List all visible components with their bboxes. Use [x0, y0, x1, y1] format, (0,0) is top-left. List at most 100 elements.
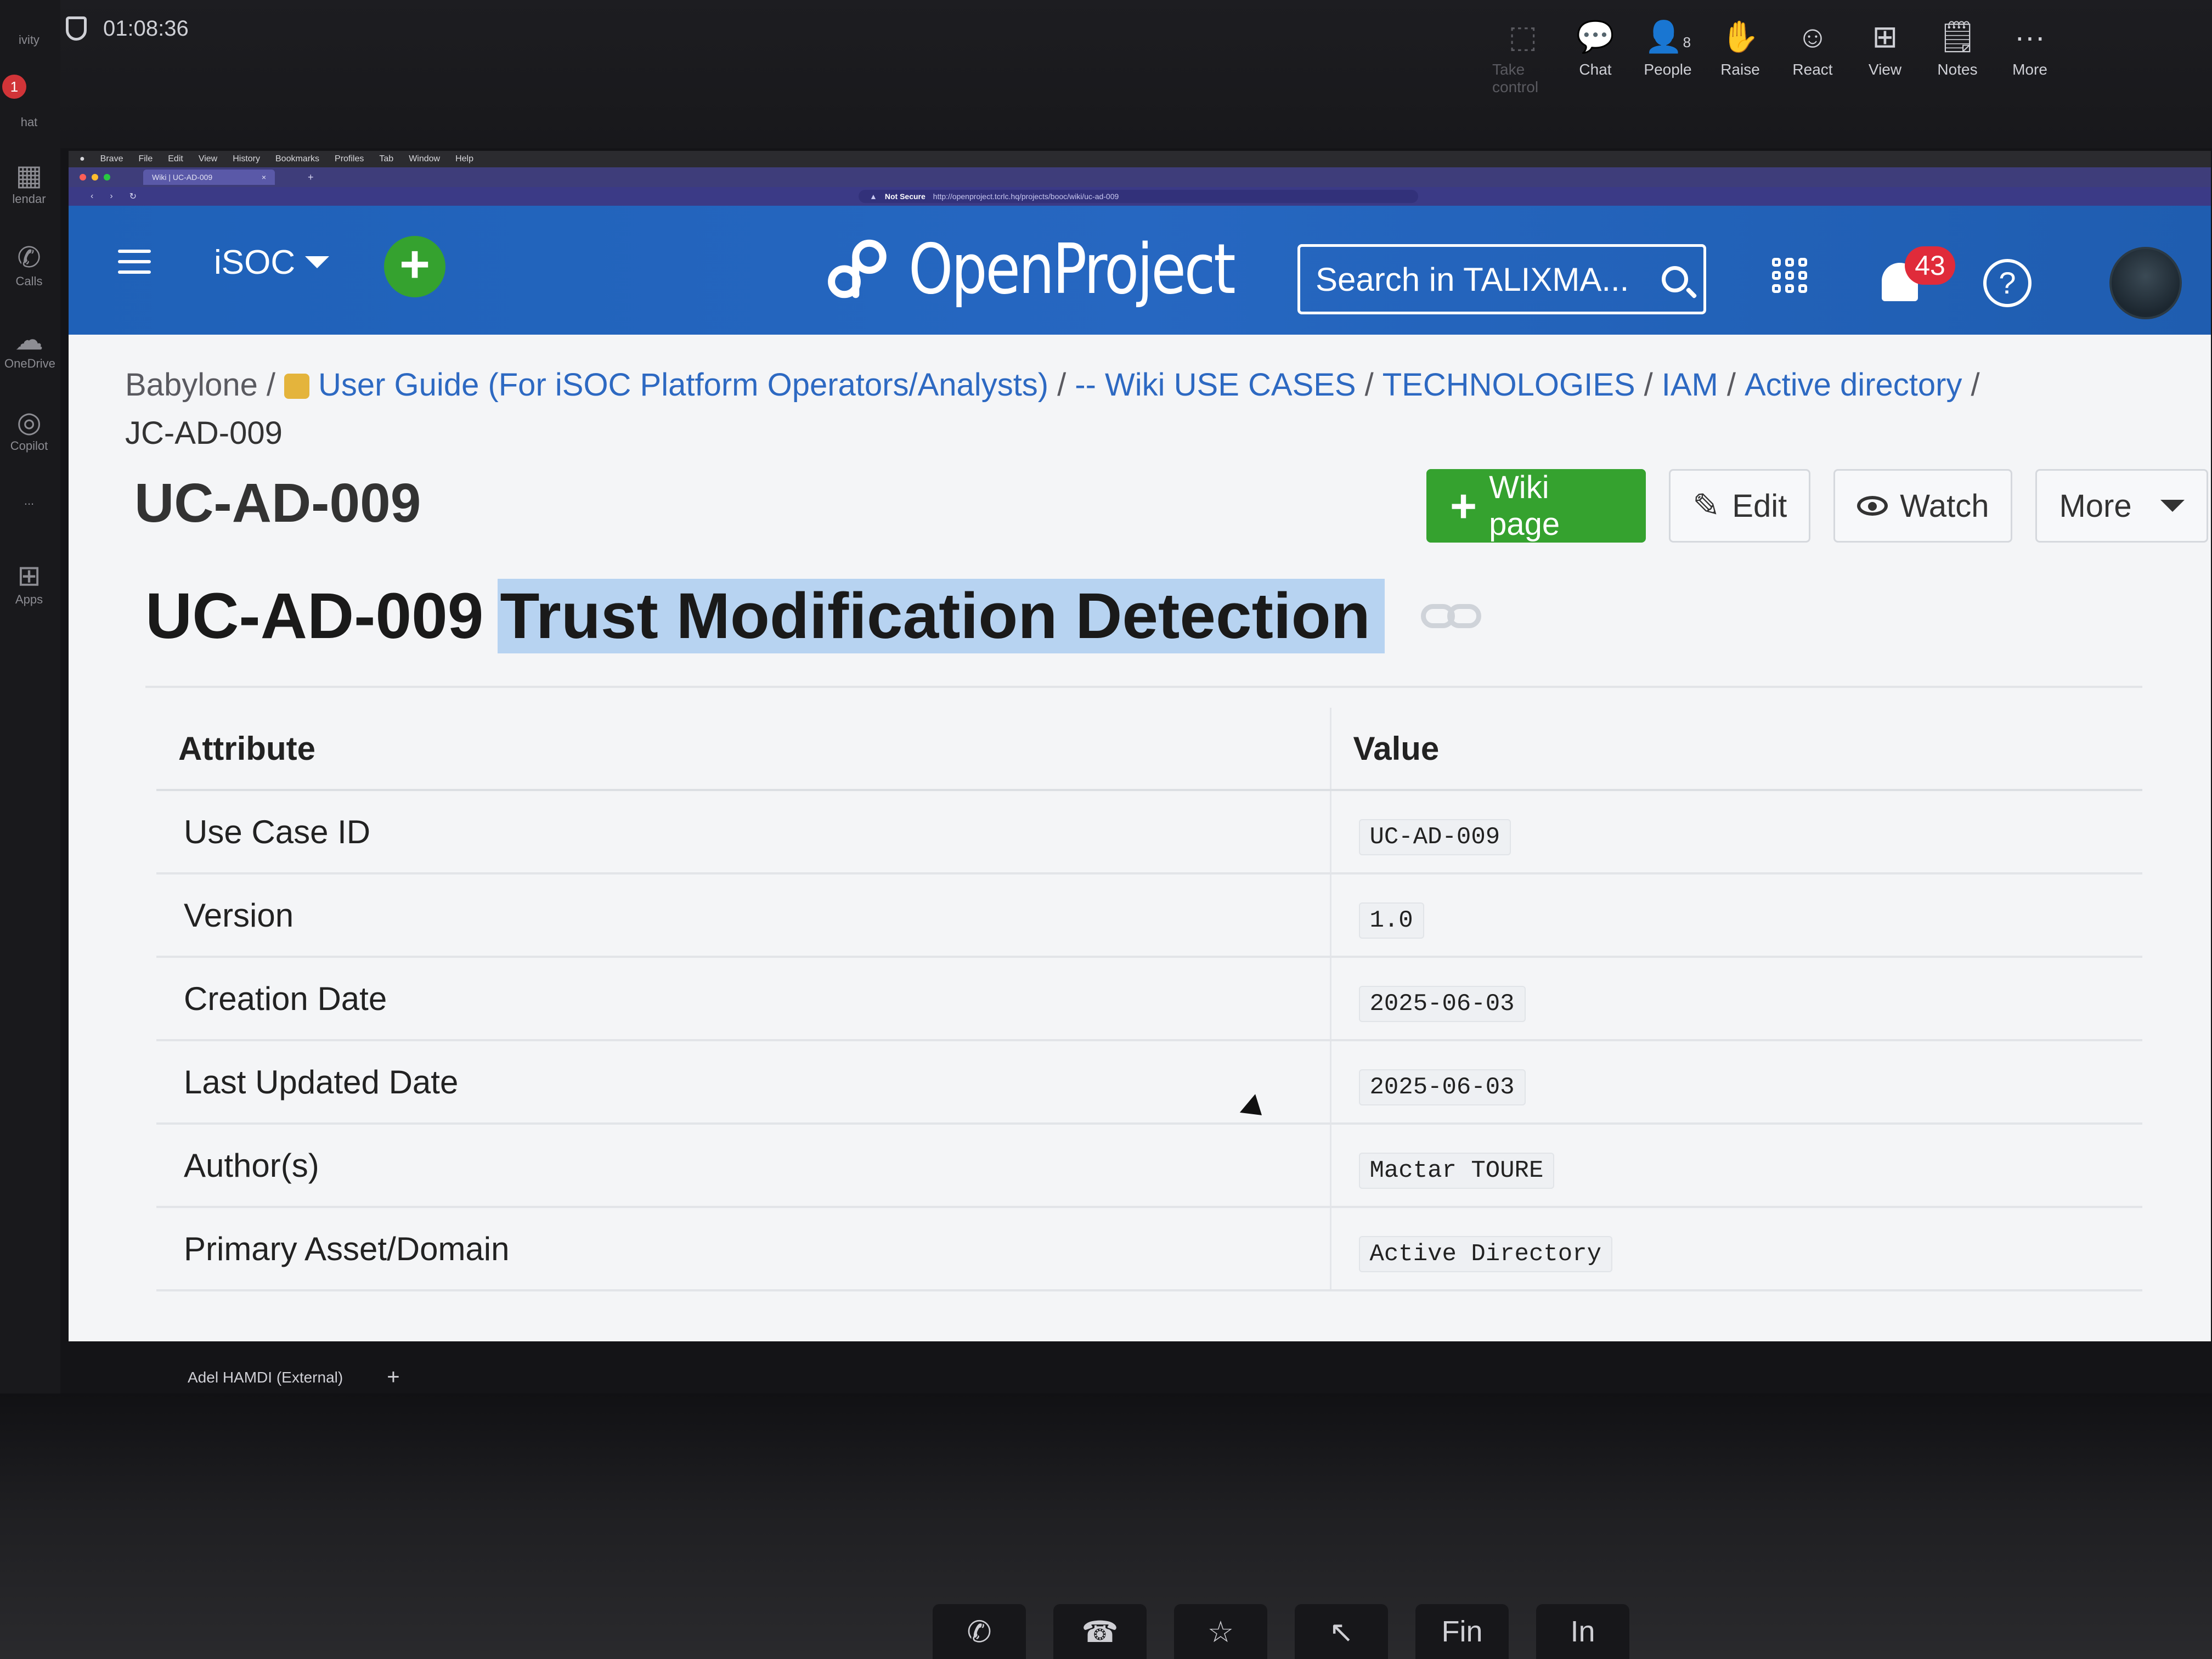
help-icon[interactable]: ? [1983, 259, 2032, 307]
menu-history[interactable]: History [233, 154, 260, 164]
menu-profiles[interactable]: Profiles [335, 154, 364, 164]
value-cell: 2025-06-03 [1330, 957, 2142, 1041]
search-icon[interactable] [1662, 266, 1688, 292]
openproject-header: iSOC + OpenProject Search in TALIXMA... … [69, 206, 2211, 335]
react-icon: ☺ [1797, 19, 1829, 54]
notes-button[interactable]: 🗒 Notes [1927, 19, 1988, 96]
add-icon[interactable]: + [387, 1365, 399, 1390]
take-control-button[interactable]: ⬚ Take control [1492, 19, 1554, 96]
more-dropdown-button[interactable]: More [2035, 469, 2208, 543]
breadcrumb-item-user-guide[interactable]: User Guide (For iSOC Platform Operators/… [318, 367, 1048, 403]
menu-window[interactable]: Window [409, 154, 440, 164]
more-button[interactable]: ··· More [1999, 19, 2061, 96]
address-bar[interactable]: ▲ Not Secure http://openproject.tcrlc.hq… [859, 190, 1418, 203]
rail-item-apps[interactable]: ⊞ Apps [4, 560, 54, 607]
view-button[interactable]: ⊞ View [1854, 19, 1916, 96]
keyboard-key-fin: Fin [1415, 1604, 1509, 1659]
shared-screen: ● Brave File Edit View History Bookmarks… [69, 151, 2211, 1341]
people-count: 8 [1683, 34, 1691, 50]
react-button[interactable]: ☺ React [1782, 19, 1843, 96]
people-icon: 👤8 [1645, 19, 1691, 54]
edit-button[interactable]: ✎ Edit [1669, 469, 1811, 543]
browser-tab-title: Wiki | UC-AD-009 [152, 173, 213, 182]
avatar[interactable] [2109, 247, 2182, 319]
people-glyph: 👤 [1644, 19, 1683, 54]
openproject-logo[interactable]: OpenProject [823, 228, 1306, 310]
unread-badge: 1 [2, 75, 26, 99]
table-row: Use Case ID UC-AD-009 [156, 790, 2142, 874]
menu-brave[interactable]: Brave [100, 154, 123, 164]
breadcrumb-item-wiki-use-cases[interactable]: -- Wiki USE CASES [1075, 367, 1356, 403]
wiki-content: Babylone / User Guide (For iSOC Platform O… [69, 335, 2211, 1341]
apple-icon[interactable]: ● [80, 154, 85, 164]
notification-badge: 43 [1905, 246, 1955, 285]
breadcrumb-item-iam[interactable]: IAM [1662, 367, 1718, 403]
caret-down-icon [2160, 500, 2185, 512]
chat-label: Chat [1579, 61, 1612, 78]
rail-item-calendar[interactable]: ▦ lendar [4, 159, 54, 206]
rail-item-calls[interactable]: ✆ Calls [4, 241, 54, 289]
breadcrumb-item-babylone[interactable]: Babylone [125, 367, 258, 403]
value-code: UC-AD-009 [1358, 819, 1511, 855]
view-icon: ⊞ [1872, 19, 1898, 54]
keyboard-key: ↖ [1295, 1604, 1388, 1659]
menu-help[interactable]: Help [455, 154, 473, 164]
people-button[interactable]: 👤8 People [1637, 19, 1699, 96]
maximize-window-icon[interactable] [104, 174, 110, 180]
close-tab-icon[interactable]: × [262, 173, 266, 182]
more-label: More [2012, 61, 2047, 78]
attribute-cell: Version [156, 873, 1331, 958]
new-tab-icon[interactable]: + [308, 172, 314, 183]
forward-icon[interactable]: › [110, 191, 112, 201]
watch-button[interactable]: Watch [1833, 469, 2013, 543]
raise-hand-button[interactable]: ✋ Raise [1709, 19, 1771, 96]
close-window-icon[interactable] [80, 174, 86, 180]
meeting-timer-text: 01:08:36 [103, 16, 189, 41]
attribute-cell: Use Case ID [156, 790, 1331, 874]
chat-button[interactable]: 💬 Chat [1565, 19, 1626, 96]
breadcrumb-item-technologies[interactable]: TECHNOLOGIES [1383, 367, 1635, 403]
browser-toolbar: ‹ › ↻ ▲ Not Secure http://openproject.tc… [69, 187, 2211, 206]
table-row: Last Updated Date 2025-06-03 [156, 1040, 2142, 1125]
menu-file[interactable]: File [138, 154, 153, 164]
meeting-timer: 01:08:36 [66, 12, 189, 45]
plus-icon: + [1450, 480, 1477, 532]
column-header-value: Value [1330, 708, 2142, 791]
warning-icon: ▲ [870, 192, 877, 201]
quick-add-button[interactable]: + [384, 236, 445, 297]
rail-item-chat[interactable]: hat [4, 115, 54, 129]
presenter-label: Adel HAMDI (External) + [188, 1365, 400, 1390]
rail-item-copilot[interactable]: ◎ Copilot [4, 406, 54, 453]
eye-icon [1857, 496, 1888, 516]
back-icon[interactable]: ‹ [91, 191, 93, 201]
rail-label: Copilot [10, 439, 48, 453]
rail-item-activity[interactable]: ivity [4, 33, 54, 47]
table-row: Author(s) Mactar TOURE [156, 1124, 2142, 1208]
menu-hamburger-icon[interactable] [118, 250, 151, 274]
link-icon[interactable] [1420, 604, 1481, 628]
breadcrumb-item-active-directory[interactable]: Active directory [1745, 367, 1962, 403]
table-row: Version 1.0 [156, 873, 2142, 958]
rail-item-more[interactable]: ... [4, 494, 54, 508]
global-search-input[interactable]: Search in TALIXMA... [1297, 244, 1706, 314]
reload-icon[interactable]: ↻ [129, 191, 137, 202]
breadcrumb-separator: / [266, 367, 275, 403]
project-switcher[interactable]: iSOC [214, 243, 330, 281]
menu-view[interactable]: View [199, 154, 217, 164]
rail-item-onedrive[interactable]: ☁ OneDrive [4, 324, 55, 371]
menu-tab[interactable]: Tab [379, 154, 393, 164]
browser-tab-active[interactable]: Wiki | UC-AD-009 × [143, 170, 275, 185]
heading-divider [145, 686, 2142, 688]
pencil-icon: ✎ [1692, 487, 1720, 524]
value-code: Active Directory [1358, 1235, 1612, 1272]
modules-grid-icon[interactable] [1772, 258, 1807, 293]
notifications-button[interactable]: 43 [1876, 246, 1955, 310]
notes-label: Notes [1937, 61, 1978, 78]
value-cell: 2025-06-03 [1330, 1040, 2142, 1125]
minimize-window-icon[interactable] [92, 174, 98, 180]
add-wiki-page-button[interactable]: + Wiki page [1426, 469, 1646, 543]
keyboard-key-in: In [1536, 1604, 1629, 1659]
menu-edit[interactable]: Edit [168, 154, 183, 164]
value-code: 2025-06-03 [1358, 985, 1526, 1022]
menu-bookmarks[interactable]: Bookmarks [275, 154, 319, 164]
